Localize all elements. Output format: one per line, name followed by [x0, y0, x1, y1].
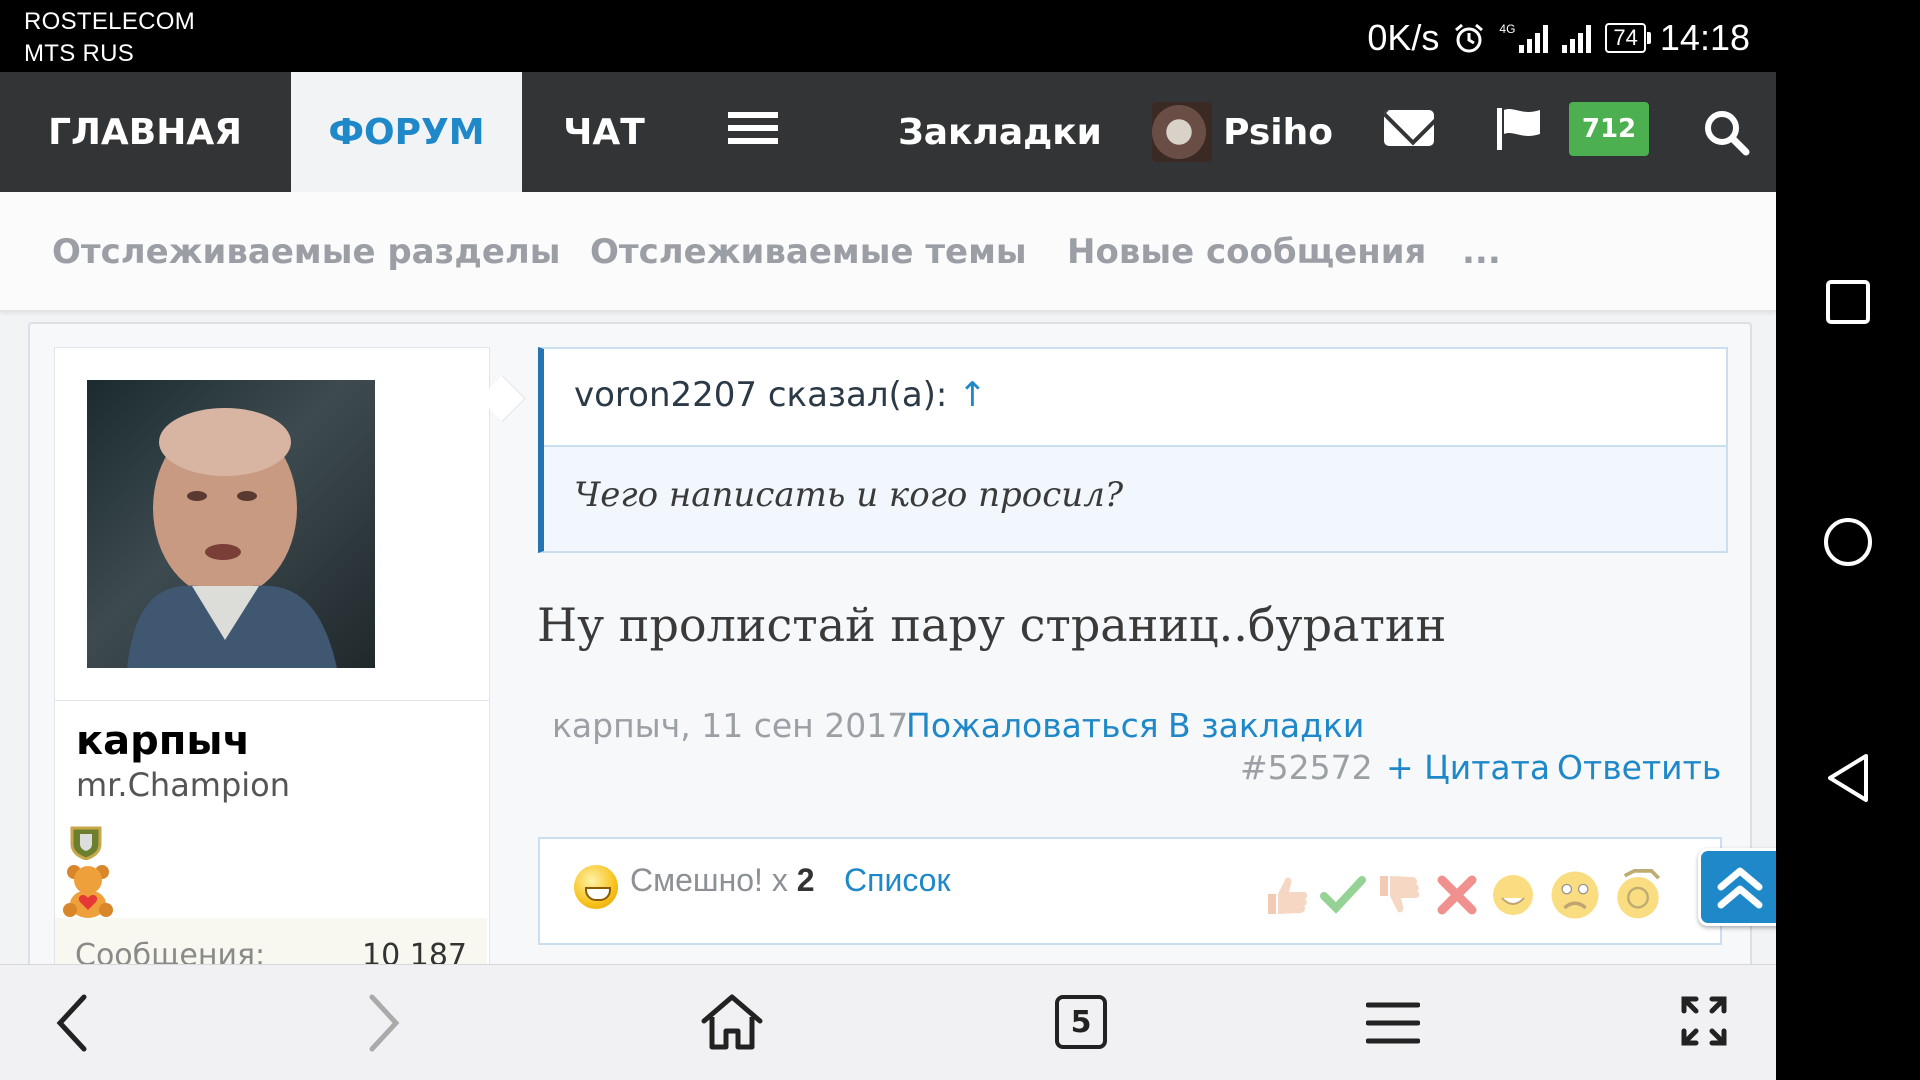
status-bar: ROSTELECOM MTS RUS 0K/s 4G 74 14:18	[0, 0, 1776, 72]
subnav-new-posts[interactable]: Новые сообщения	[1067, 232, 1426, 272]
quote-link[interactable]: + Цитата	[1386, 748, 1550, 787]
status-right: 0K/s 4G 74 14:18	[1367, 16, 1750, 60]
notifications-badge[interactable]: 712	[1569, 102, 1649, 156]
signal-2-icon	[1562, 23, 1592, 53]
user-name-link[interactable]: Psiho	[1223, 72, 1333, 192]
menu-icon[interactable]	[728, 112, 778, 151]
subnav-watched-threads[interactable]: Отслеживаемые темы	[590, 232, 1027, 272]
sad-icon[interactable]	[1548, 868, 1602, 922]
sport-icon[interactable]	[1610, 866, 1666, 922]
reaction-summary-label: Смешно! x	[630, 862, 788, 898]
forward-arrow-icon[interactable]	[364, 993, 404, 1053]
quote-block: voron2207 сказал(а): ↑ Чего написать и к…	[538, 347, 1728, 553]
forum-page: ROSTELECOM MTS RUS 0K/s 4G 74 14:18 ГЛАВ…	[0, 0, 1776, 1080]
user-avatar-box	[55, 348, 489, 701]
check-icon[interactable]	[1320, 872, 1366, 918]
reaction-summary-count: 2	[796, 862, 815, 898]
tab-home[interactable]: ГЛАВНАЯ	[28, 72, 262, 192]
thumbs-up-icon[interactable]	[1264, 872, 1310, 918]
net-speed: 0K/s	[1367, 17, 1440, 58]
medal-icon	[70, 826, 102, 860]
reply-link[interactable]: Ответить	[1557, 748, 1721, 787]
home-circle-icon[interactable]	[1822, 516, 1874, 568]
quote-jump-arrow[interactable]: ↑	[958, 375, 987, 415]
teddy-bear-icon	[63, 865, 113, 918]
scroll-to-top-button[interactable]	[1698, 848, 1776, 926]
bookmarks-link[interactable]: Закладки	[898, 72, 1102, 192]
post-author-date[interactable]: карпыч, 11 сен 2017	[552, 706, 908, 745]
post-author-name[interactable]: карпыч	[76, 718, 250, 764]
double-chevron-up-icon	[1717, 867, 1763, 909]
back-triangle-icon[interactable]	[1824, 752, 1872, 804]
subnav-watched-forums[interactable]: Отслеживаемые разделы	[52, 232, 561, 272]
laugh-icon	[574, 865, 618, 909]
fullscreen-icon[interactable]	[1680, 995, 1728, 1047]
battery-indicator: 74	[1605, 23, 1652, 53]
reaction-summary: Смешно! x 2	[630, 862, 815, 899]
main-nav: ГЛАВНАЯ ФОРУМ ЧАТ Закладки Psiho 712	[0, 72, 1776, 192]
flag-icon[interactable]	[1494, 106, 1544, 152]
search-icon[interactable]	[1702, 108, 1750, 156]
quote-header: voron2207 сказал(а): ↑	[544, 349, 1726, 447]
quote-author[interactable]: voron2207 сказал(а): ↑	[574, 375, 987, 415]
user-avatar-small[interactable]	[1152, 102, 1212, 162]
quote-text: Чего написать и кого просил?	[574, 475, 1124, 515]
bookmark-link[interactable]: В закладки	[1168, 706, 1364, 745]
clock: 14:18	[1659, 17, 1750, 58]
carrier-1: ROSTELECOM	[24, 8, 196, 35]
network-type: 4G	[1499, 22, 1516, 36]
tab-forum[interactable]: ФОРУМ	[291, 72, 522, 192]
envelope-icon[interactable]	[1384, 110, 1434, 146]
tabs-count-button[interactable]: 5	[1055, 995, 1107, 1049]
subnav-more[interactable]: ...	[1462, 232, 1501, 272]
menu-lines-icon[interactable]	[1366, 1001, 1420, 1045]
reaction-list-link[interactable]: Список	[844, 862, 950, 899]
sub-nav: Отслеживаемые разделы Отслеживаемые темы…	[0, 192, 1776, 312]
recent-apps-icon[interactable]	[1824, 278, 1872, 326]
alarm-icon	[1455, 23, 1484, 53]
user-avatar[interactable]	[87, 380, 375, 668]
cross-icon[interactable]	[1434, 872, 1480, 918]
report-link[interactable]: Пожаловаться	[906, 706, 1159, 745]
back-arrow-icon[interactable]	[52, 993, 92, 1053]
browser-bottom-bar: 5	[0, 964, 1776, 1080]
avatar-image	[127, 408, 337, 668]
post-number[interactable]: #52572	[1240, 748, 1373, 787]
quote-author-text: voron2207 сказал(а):	[574, 375, 948, 415]
signal-1-icon	[1519, 23, 1549, 53]
thumbs-down-icon[interactable]	[1376, 872, 1422, 918]
android-nav-bar	[1776, 0, 1920, 1080]
post-author-title: mr.Champion	[76, 766, 291, 804]
home-icon[interactable]	[700, 991, 764, 1051]
tab-chat[interactable]: ЧАТ	[540, 72, 668, 192]
smile-icon[interactable]	[1490, 872, 1536, 918]
carrier-2: MTS RUS	[24, 40, 135, 67]
post-message: Ну пролистай пару страниц..буратин	[537, 598, 1447, 652]
